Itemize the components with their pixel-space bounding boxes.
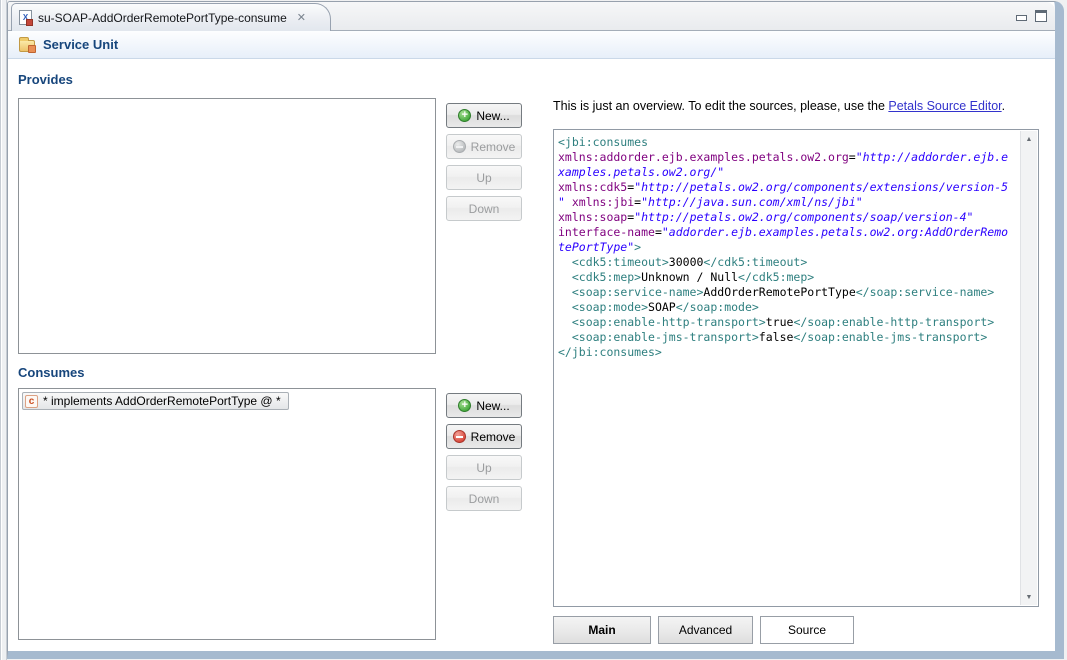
source-code: <jbi:consumesxmlns:addorder.ejb.examples… [558, 135, 1017, 602]
code-line: <soap:mode>SOAP</soap:mode> [558, 300, 1017, 315]
form-body: Provides New... Remove Up Down Consumes c * … [8, 59, 1055, 651]
provides-new-button[interactable]: New... [446, 103, 522, 128]
editor-tab-bar: X su-SOAP-AddOrderRemotePortType-consume… [8, 2, 1055, 31]
scroll-down-icon[interactable]: ▼ [1021, 589, 1037, 605]
provides-up-button: Up [446, 165, 522, 190]
consumes-down-button: Down [446, 486, 522, 511]
remove-icon [453, 430, 466, 443]
consumes-item-label: * implements AddOrderRemotePortType @ * [43, 394, 281, 408]
add-icon [458, 399, 471, 412]
page-tab-source[interactable]: Source [760, 616, 854, 644]
code-line: <soap:service-name>AddOrderRemotePortTyp… [558, 285, 1017, 300]
consumes-up-label: Up [476, 461, 491, 475]
code-line: <cdk5:timeout>30000</cdk5:timeout> [558, 255, 1017, 270]
window-controls [1016, 10, 1047, 22]
code-line: xmlns:addorder.ejb.examples.petals.ow2.o… [558, 150, 1017, 165]
page-tab-main[interactable]: Main [553, 616, 651, 644]
consumes-remove-button[interactable]: Remove [446, 424, 522, 449]
editor-tab-label: su-SOAP-AddOrderRemotePortType-consume [38, 11, 287, 25]
code-line: xamples.petals.ow2.org/" [558, 165, 1017, 180]
left-sash[interactable] [0, 0, 7, 660]
overview-note: This is just an overview. To edit the so… [553, 99, 1005, 113]
consumes-remove-label: Remove [471, 430, 516, 444]
close-icon[interactable]: ✕ [297, 12, 306, 23]
consumes-list[interactable]: c * implements AddOrderRemotePortType @ * [18, 388, 436, 640]
page-tab-advanced[interactable]: Advanced [658, 616, 753, 644]
code-line: xmlns:cdk5="http://petals.ow2.org/compon… [558, 180, 1017, 195]
consumes-up-button: Up [446, 455, 522, 480]
provides-remove-button: Remove [446, 134, 522, 159]
consumes-heading: Consumes [18, 365, 84, 380]
page-title: Service Unit [43, 37, 118, 52]
remove-icon [453, 140, 466, 153]
maximize-icon[interactable] [1035, 10, 1047, 22]
code-line: interface-name="addorder.ejb.examples.pe… [558, 225, 1017, 240]
consumes-list-item[interactable]: c * implements AddOrderRemotePortType @ * [22, 392, 289, 410]
add-icon [458, 109, 471, 122]
editor-window: X su-SOAP-AddOrderRemotePortType-consume… [7, 1, 1064, 659]
vertical-scrollbar[interactable]: ▲ ▼ [1020, 131, 1037, 605]
code-line: tePortType"> [558, 240, 1017, 255]
consumes-down-label: Down [469, 492, 500, 506]
provides-remove-label: Remove [471, 140, 516, 154]
provides-heading: Provides [18, 72, 73, 87]
code-line: <soap:enable-http-transport>true</soap:e… [558, 315, 1017, 330]
footer-tabs: MainAdvancedSource [553, 616, 854, 644]
source-viewer[interactable]: <jbi:consumesxmlns:addorder.ejb.examples… [553, 129, 1039, 607]
code-line: <jbi:consumes [558, 135, 1017, 150]
consumes-buttons: New... Remove Up Down [446, 393, 522, 511]
code-line: <soap:enable-jms-transport>false</soap:e… [558, 330, 1017, 345]
form-header: Service Unit [8, 31, 1055, 59]
consumes-new-label: New... [476, 399, 509, 413]
editor-tab[interactable]: X su-SOAP-AddOrderRemotePortType-consume… [11, 3, 331, 31]
code-line: </jbi:consumes> [558, 345, 1017, 360]
service-unit-folder-icon [19, 40, 35, 52]
minimize-icon[interactable] [1016, 15, 1027, 21]
consumes-new-button[interactable]: New... [446, 393, 522, 418]
petals-source-editor-link[interactable]: Petals Source Editor [888, 99, 1001, 113]
provides-up-label: Up [476, 171, 491, 185]
code-line: " xmlns:jbi="http://java.sun.com/xml/ns/… [558, 195, 1017, 210]
consumer-icon: c [25, 395, 38, 408]
provides-down-label: Down [469, 202, 500, 216]
provides-buttons: New... Remove Up Down [446, 103, 522, 221]
xml-file-icon: X [19, 10, 32, 25]
provides-new-label: New... [476, 109, 509, 123]
overview-text-before: This is just an overview. To edit the so… [553, 99, 888, 113]
provides-list[interactable] [18, 98, 436, 354]
code-line: xmlns:soap="http://petals.ow2.org/compon… [558, 210, 1017, 225]
scroll-up-icon[interactable]: ▲ [1021, 131, 1037, 147]
provides-down-button: Down [446, 196, 522, 221]
overview-text-after: . [1002, 99, 1005, 113]
code-line: <cdk5:mep>Unknown / Null</cdk5:mep> [558, 270, 1017, 285]
